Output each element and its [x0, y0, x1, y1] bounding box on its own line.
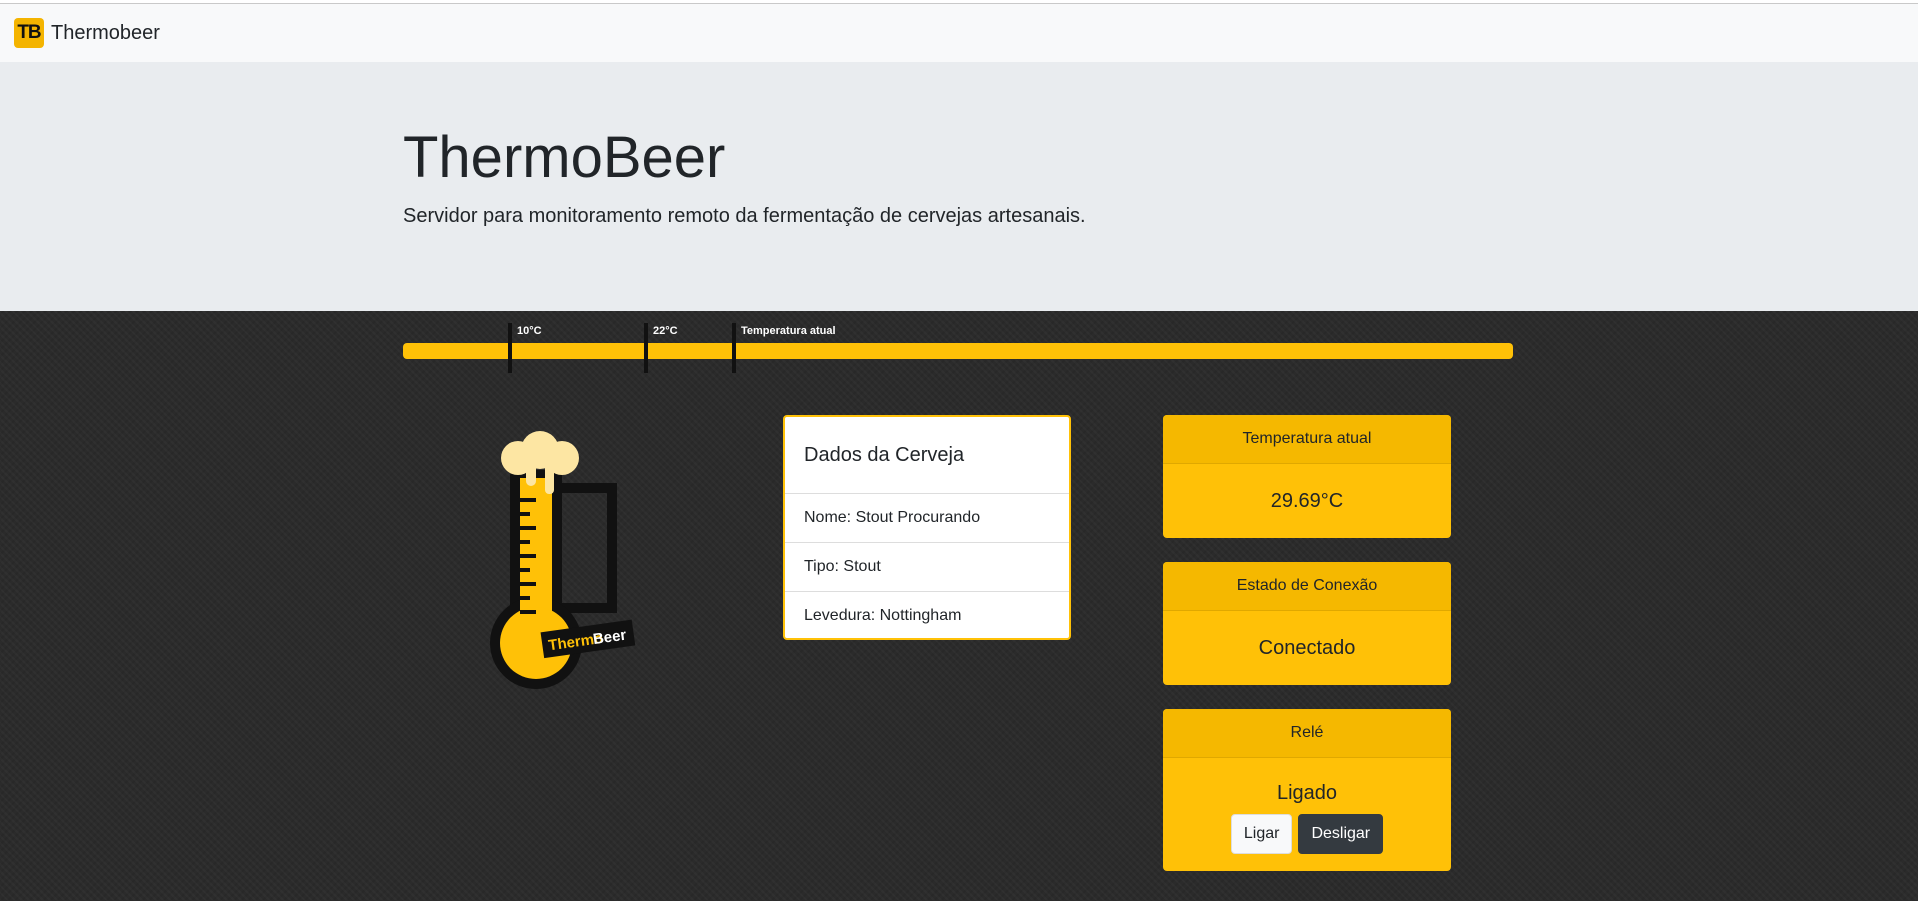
beer-card-title: Dados da Cerveja	[785, 417, 1069, 494]
beer-yeast-row: Levedura: Nottingham	[804, 607, 962, 624]
jumbotron: ThermoBeer Servidor para monitoramento r…	[0, 62, 1918, 311]
relay-off-button[interactable]: Desligar	[1298, 814, 1384, 854]
marker-current	[732, 323, 736, 373]
marker-max	[644, 323, 648, 373]
relay-value: Ligado	[1276, 781, 1338, 804]
beer-name-row: Nome: Stout Procurando	[785, 494, 1069, 543]
connection-card: Estado de Conexão Conectado	[1163, 562, 1451, 685]
brand-name[interactable]: Thermobeer	[51, 22, 160, 45]
page-title: ThermoBeer	[403, 125, 726, 190]
temperature-card-title: Temperatura atual	[1163, 415, 1451, 464]
navbar: TB Thermobeer	[0, 4, 1918, 62]
relay-on-button[interactable]: Ligar	[1230, 814, 1293, 854]
temperature-card: Temperatura atual 29.69°C	[1163, 415, 1451, 538]
marker-min-label: 10°C	[517, 325, 542, 337]
marker-min	[508, 323, 512, 373]
page-lead: Servidor para monitoramento remoto da fe…	[403, 205, 1086, 227]
brand-logo-icon[interactable]: TB	[14, 18, 44, 48]
beer-data-card: Dados da Cerveja Nome: Stout Procurando …	[783, 415, 1071, 640]
thermobeer-logo-icon: Thermo Beer	[490, 431, 636, 689]
connection-value: Conectado	[1258, 637, 1356, 659]
relay-card: Relé Ligado Ligar Desligar	[1163, 709, 1451, 871]
marker-current-label: Temperatura atual	[741, 325, 836, 337]
temperature-value: 29.69°C	[1270, 490, 1344, 512]
relay-buttons: Ligar Desligar	[1163, 814, 1451, 854]
marker-max-label: 22°C	[653, 325, 678, 337]
connection-card-title: Estado de Conexão	[1163, 562, 1451, 611]
beer-type-row: Tipo: Stout	[785, 543, 1069, 592]
temperature-bar	[403, 343, 1513, 359]
relay-card-title: Relé	[1163, 709, 1451, 758]
